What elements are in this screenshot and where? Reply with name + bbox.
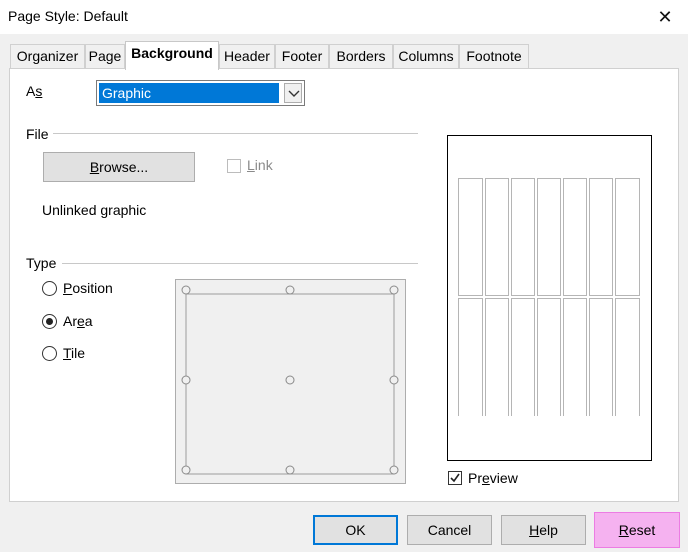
type-separator <box>62 263 418 264</box>
close-icon[interactable]: ✕ <box>650 2 680 32</box>
radio-area-label: Area <box>63 313 93 329</box>
tab-organizer[interactable]: Organizer <box>10 44 85 69</box>
pos-bottom-left[interactable] <box>181 465 191 475</box>
preview-column <box>615 178 640 296</box>
tab-page[interactable]: Page <box>85 44 125 69</box>
checkmark-icon <box>450 473 460 483</box>
pos-middle-right[interactable] <box>389 375 399 385</box>
preview-checkbox[interactable] <box>448 471 462 485</box>
radio-area[interactable] <box>42 314 57 329</box>
radio-tile-label: Tile <box>63 345 86 361</box>
tab-footer[interactable]: Footer <box>275 44 329 69</box>
radio-position-label: Position <box>63 280 113 296</box>
pos-bottom-center[interactable] <box>285 465 295 475</box>
preview-column <box>511 298 535 416</box>
preview-column <box>563 298 587 416</box>
help-button[interactable]: Help <box>501 515 586 545</box>
file-section-label: File <box>26 126 49 142</box>
link-label: Link <box>247 157 273 173</box>
ok-button[interactable]: OK <box>313 515 398 545</box>
as-select[interactable]: Graphic <box>96 80 305 106</box>
radio-area-dot <box>46 318 53 325</box>
tab-footnote[interactable]: Footnote <box>459 44 529 69</box>
pos-top-right[interactable] <box>389 285 399 295</box>
radio-tile[interactable] <box>42 346 57 361</box>
preview-column <box>615 298 640 416</box>
reset-button[interactable]: Reset <box>594 512 680 548</box>
preview-column <box>563 178 587 296</box>
cancel-button[interactable]: Cancel <box>407 515 492 545</box>
tab-background[interactable]: Background <box>125 41 219 70</box>
preview-column <box>458 298 483 416</box>
pos-middle-left[interactable] <box>181 375 191 385</box>
preview-column <box>511 178 535 296</box>
preview-label: Preview <box>468 470 518 486</box>
pos-top-center[interactable] <box>285 285 295 295</box>
preview-column <box>537 178 561 296</box>
page-preview <box>447 135 652 461</box>
preview-column <box>537 298 561 416</box>
as-label: As <box>26 83 43 99</box>
tab-columns[interactable]: Columns <box>393 44 459 69</box>
window-title: Page Style: Default <box>8 8 128 24</box>
preview-column <box>485 178 509 296</box>
browse-button[interactable]: Browse... <box>43 152 195 182</box>
radio-position[interactable] <box>42 281 57 296</box>
pos-top-left[interactable] <box>181 285 191 295</box>
preview-column <box>458 178 483 296</box>
type-section-label: Type <box>26 255 57 271</box>
tab-borders[interactable]: Borders <box>329 44 393 69</box>
pos-bottom-right[interactable] <box>389 465 399 475</box>
chevron-down-icon[interactable] <box>284 83 302 103</box>
tab-header[interactable]: Header <box>219 44 275 69</box>
preview-column <box>589 298 613 416</box>
position-grid <box>181 285 399 475</box>
position-selector[interactable] <box>175 279 406 484</box>
file-separator <box>53 133 418 134</box>
link-checkbox[interactable] <box>227 159 241 173</box>
as-select-value: Graphic <box>99 83 279 103</box>
preview-column <box>485 298 509 416</box>
pos-center[interactable] <box>285 375 295 385</box>
preview-column <box>589 178 613 296</box>
file-status-text: Unlinked graphic <box>42 202 147 218</box>
title-bar: Page Style: Default ✕ <box>0 0 688 34</box>
